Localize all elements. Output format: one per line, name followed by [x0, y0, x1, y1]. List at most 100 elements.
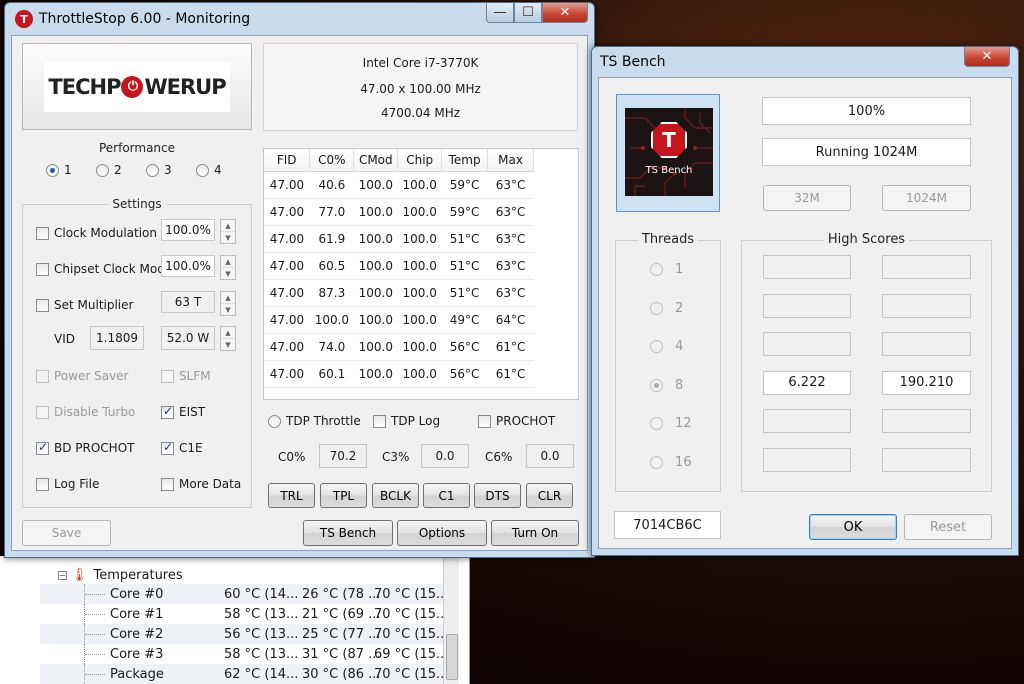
- collapse-icon[interactable]: −: [58, 570, 67, 580]
- arrow-down-icon[interactable]: ▼: [221, 339, 235, 350]
- column-header[interactable]: Temp: [441, 149, 489, 172]
- sensor-row[interactable]: Core #1 58 °C (13... 21 °C (69 ... 70 °C…: [40, 604, 450, 624]
- arrow-down-icon[interactable]: ▼: [221, 232, 235, 243]
- checkbox[interactable]: [36, 405, 49, 419]
- performance-option-4[interactable]: 4: [196, 163, 222, 177]
- column-header[interactable]: FID: [264, 149, 311, 172]
- radio[interactable]: [650, 455, 663, 469]
- log-file-checkbox[interactable]: Log File: [36, 477, 99, 491]
- arrow-up-icon[interactable]: ▲: [221, 327, 235, 339]
- thread-option-16[interactable]: 16: [650, 455, 692, 470]
- checkbox-label: Log File: [54, 477, 100, 491]
- arrow-down-icon[interactable]: ▼: [221, 304, 235, 315]
- sensor-row[interactable]: Core #2 56 °C (13... 25 °C (77 ... 70 °C…: [40, 624, 450, 644]
- tdp-log-checkbox[interactable]: TDP Log: [373, 414, 440, 428]
- c1-button[interactable]: C1: [423, 483, 470, 508]
- power-saver-checkbox[interactable]: Power Saver: [36, 369, 128, 383]
- size-32m-button[interactable]: 32M: [763, 185, 851, 211]
- arrow-up-icon[interactable]: ▲: [221, 256, 235, 268]
- tpl-button[interactable]: TPL: [320, 483, 367, 508]
- set-multiplier-value[interactable]: 63 T: [161, 291, 215, 313]
- radio-selected[interactable]: [650, 378, 663, 392]
- sensor-row[interactable]: Core #3 58 °C (13... 31 °C (87 ... 69 °C…: [40, 644, 450, 664]
- clr-button[interactable]: CLR: [526, 483, 573, 508]
- radio[interactable]: [650, 263, 663, 276]
- close-button[interactable]: ✕: [542, 3, 588, 23]
- scrollbar-thumb[interactable]: [446, 634, 458, 680]
- power-value[interactable]: 52.0 W: [161, 326, 215, 350]
- set-multiplier-spinner[interactable]: ▲ ▼: [220, 291, 236, 316]
- thread-option-2[interactable]: 2: [650, 301, 683, 316]
- chipset-clock-mod-checkbox[interactable]: Chipset Clock Mod: [36, 262, 165, 276]
- dts-button[interactable]: DTS: [474, 483, 521, 508]
- disable-turbo-checkbox[interactable]: Disable Turbo: [36, 405, 135, 419]
- bclk-button[interactable]: BCLK: [372, 483, 419, 508]
- radio[interactable]: [650, 417, 663, 430]
- performance-option-3[interactable]: 3: [146, 163, 172, 177]
- set-multiplier-checkbox[interactable]: Set Multiplier: [36, 298, 133, 312]
- save-button[interactable]: Save: [22, 520, 111, 546]
- radio[interactable]: [196, 163, 209, 177]
- sensor-row[interactable]: Core #0 60 °C (14... 26 °C (78 ... 70 °C…: [40, 584, 450, 604]
- minimize-button[interactable]: —: [486, 3, 514, 23]
- radio[interactable]: [96, 163, 109, 177]
- checkbox[interactable]: [478, 414, 491, 428]
- clock-modulation-value[interactable]: 100.0%: [161, 219, 215, 241]
- checkbox[interactable]: [161, 477, 174, 491]
- high-scores-title: High Scores: [741, 232, 992, 247]
- clock-modulation-spinner[interactable]: ▲ ▼: [220, 219, 236, 244]
- checkbox-checked[interactable]: [36, 440, 49, 455]
- turn-on-button[interactable]: Turn On: [491, 520, 579, 546]
- thread-option-4[interactable]: 4: [650, 339, 683, 354]
- radio[interactable]: [650, 301, 663, 315]
- maximize-button[interactable]: ☐: [514, 3, 542, 23]
- thread-option-12[interactable]: 12: [650, 416, 692, 431]
- ts-bench-button[interactable]: TS Bench: [303, 520, 393, 546]
- checkbox[interactable]: [373, 414, 386, 428]
- vertical-scrollbar[interactable]: [443, 556, 459, 684]
- radio[interactable]: [650, 340, 663, 353]
- options-button[interactable]: Options: [397, 520, 487, 546]
- c1e-checkbox[interactable]: C1E: [161, 440, 203, 455]
- checkbox[interactable]: [161, 369, 174, 383]
- radio[interactable]: [268, 414, 281, 428]
- column-header[interactable]: Max: [487, 149, 534, 172]
- temperatures-group[interactable]: − 🌡 Temperatures: [58, 566, 183, 584]
- power-spinner[interactable]: ▲ ▼: [220, 326, 236, 351]
- checkbox[interactable]: [36, 369, 49, 383]
- arrow-up-icon[interactable]: ▲: [221, 220, 235, 232]
- chipset-clock-mod-value[interactable]: 100.0%: [161, 255, 215, 277]
- radio[interactable]: [146, 163, 159, 177]
- checkbox-checked[interactable]: [161, 440, 174, 455]
- sensor-row[interactable]: Package 62 °C (14... 30 °C (86 ... 70 °C…: [40, 664, 450, 684]
- thread-option-1[interactable]: 1: [650, 262, 683, 277]
- column-header[interactable]: CMod: [353, 149, 399, 172]
- eist-checkbox[interactable]: EIST: [161, 404, 205, 419]
- ok-button[interactable]: OK: [809, 514, 897, 540]
- checkbox[interactable]: [36, 298, 49, 312]
- thread-option-8[interactable]: 8: [650, 378, 683, 393]
- prochot-checkbox[interactable]: PROCHOT: [478, 414, 555, 428]
- chipset-clock-mod-spinner[interactable]: ▲ ▼: [220, 255, 236, 280]
- performance-option-2[interactable]: 2: [96, 163, 122, 177]
- size-1024m-button[interactable]: 1024M: [882, 185, 971, 211]
- checkbox[interactable]: [36, 262, 49, 276]
- checkbox[interactable]: [36, 226, 49, 240]
- clock-modulation-checkbox[interactable]: Clock Modulation: [36, 226, 157, 240]
- arrow-down-icon[interactable]: ▼: [221, 268, 235, 279]
- checkbox-checked[interactable]: [161, 404, 174, 419]
- column-header[interactable]: C0%: [309, 149, 355, 172]
- column-header[interactable]: Chip: [397, 149, 443, 172]
- radio-selected[interactable]: [46, 163, 59, 177]
- slfm-checkbox[interactable]: SLFM: [161, 369, 211, 383]
- tdp-throttle-radio[interactable]: TDP Throttle: [268, 414, 361, 428]
- reset-button[interactable]: Reset: [904, 514, 992, 540]
- arrow-up-icon[interactable]: ▲: [221, 292, 235, 304]
- more-data-checkbox[interactable]: More Data: [161, 477, 241, 491]
- bd-prochot-checkbox[interactable]: BD PROCHOT: [36, 440, 134, 455]
- title-bar[interactable]: TS Bench: [592, 47, 1018, 77]
- close-button[interactable]: ✕: [964, 47, 1010, 67]
- trl-button[interactable]: TRL: [268, 483, 315, 508]
- checkbox[interactable]: [36, 477, 49, 491]
- performance-option-1[interactable]: 1: [46, 163, 72, 177]
